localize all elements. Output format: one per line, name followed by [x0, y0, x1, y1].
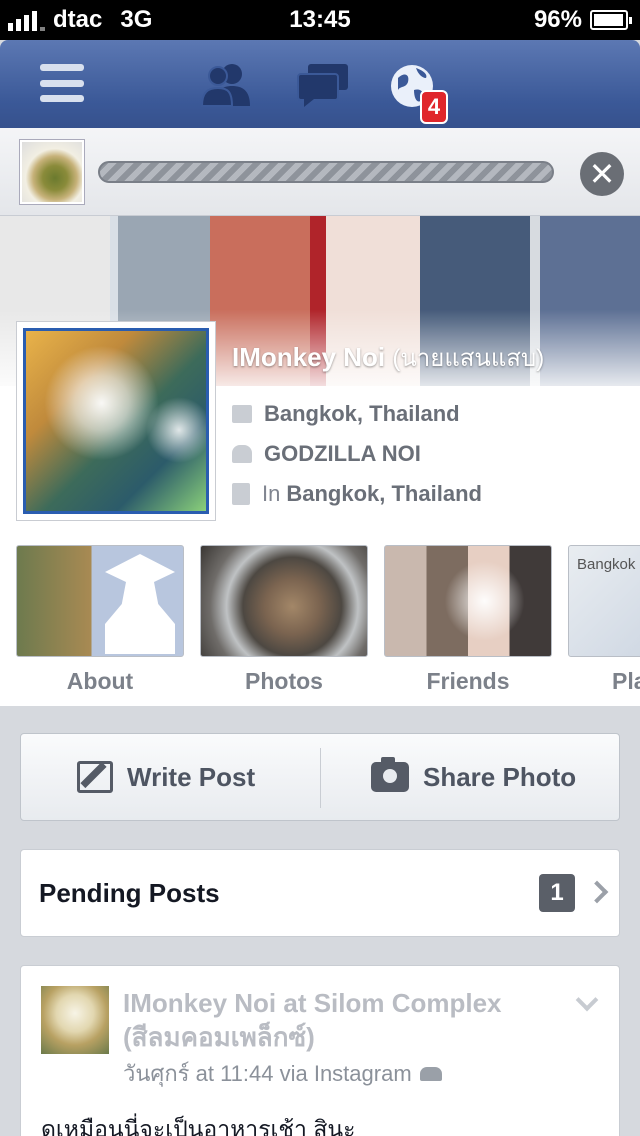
- chevron-right-icon: [585, 880, 609, 904]
- upload-thumbnail: [20, 140, 84, 204]
- share-photo-button[interactable]: Share Photo: [371, 734, 576, 820]
- upload-progress-bar: [98, 161, 554, 183]
- status-bar: dtac 3G 13:45 96%: [0, 0, 640, 40]
- post-body: ดูเหมือนนี่จะเป็นอาหารเช้า สินะ: [41, 1116, 356, 1136]
- post-title[interactable]: IMonkey Noi at Silom Complex (สีลมคอมเพล…: [123, 986, 563, 1054]
- profile-name: IMonkey Noi (นายแสนแสบ): [232, 338, 544, 377]
- friend-requests-icon[interactable]: [198, 60, 254, 108]
- map-label: Bangkok: [577, 556, 636, 573]
- cancel-upload-button[interactable]: ✕: [580, 152, 624, 196]
- tile-label-friends[interactable]: Friends: [384, 668, 552, 695]
- battery-icon: [590, 10, 632, 30]
- write-post-label: Write Post: [127, 761, 256, 792]
- pencil-icon: [77, 761, 113, 793]
- post-meta: วันศุกร์ at 11:44 via Instagram: [123, 1056, 442, 1091]
- post-meta-text: วันศุกร์ at 11:44 via Instagram: [123, 1061, 412, 1086]
- post-author-avatar[interactable]: [41, 986, 109, 1054]
- briefcase-icon: [232, 405, 252, 423]
- lives-in-text: Bangkok, Thailand: [286, 481, 482, 506]
- profile-picture[interactable]: [16, 321, 216, 521]
- graduation-icon: [105, 554, 175, 654]
- tile-friends[interactable]: [384, 545, 552, 657]
- profile-name-text: IMonkey Noi: [232, 342, 386, 372]
- tile-places[interactable]: Bangkok: [568, 545, 640, 657]
- school-icon: [232, 445, 252, 463]
- tile-about[interactable]: [16, 545, 184, 657]
- status-right: 96%: [533, 6, 632, 34]
- education-row[interactable]: GODZILLA NOI: [232, 438, 421, 470]
- lives-in-row[interactable]: In Bangkok, Thailand: [232, 478, 482, 510]
- lives-in-prefix: In: [262, 481, 281, 506]
- write-post-button[interactable]: Write Post: [77, 734, 255, 820]
- tile-label-photos[interactable]: Photos: [200, 668, 368, 695]
- publisher-divider: [320, 748, 321, 808]
- chevron-down-icon[interactable]: [575, 988, 599, 1012]
- city-icon: [232, 483, 250, 505]
- pending-count-badge: 1: [539, 874, 575, 912]
- messages-icon[interactable]: [296, 60, 352, 108]
- battery-fill: [594, 14, 623, 26]
- feed-post: IMonkey Noi at Silom Complex (สีลมคอมเพล…: [20, 965, 620, 1136]
- work-row[interactable]: Bangkok, Thailand: [232, 398, 460, 430]
- facebook-navbar: 4: [0, 40, 640, 128]
- audience-friends-icon: [419, 1066, 442, 1081]
- share-photo-label: Share Photo: [423, 761, 577, 792]
- profile-name-native: (นายแสนแสบ): [392, 345, 545, 372]
- tile-label-places[interactable]: Pla: [612, 668, 640, 695]
- work-text: Bangkok, Thailand: [264, 401, 460, 426]
- battery-percent: 96%: [533, 6, 582, 33]
- education-text: GODZILLA NOI: [264, 441, 421, 466]
- pending-posts-row[interactable]: Pending Posts 1: [20, 849, 620, 937]
- menu-icon[interactable]: [40, 64, 84, 102]
- publisher-bar: Write Post Share Photo: [20, 733, 620, 821]
- camera-icon: [371, 757, 409, 792]
- tile-photos[interactable]: [200, 545, 368, 657]
- notification-badge: 4: [420, 90, 448, 124]
- pending-posts-label: Pending Posts: [39, 878, 220, 908]
- tile-label-about[interactable]: About: [16, 668, 184, 695]
